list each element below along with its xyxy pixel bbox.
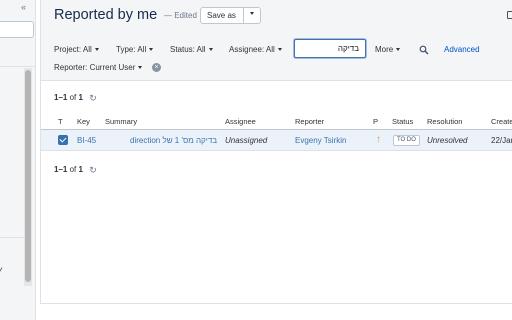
- search-icon[interactable]: [419, 45, 429, 55]
- edited-indicator: — Edited: [164, 11, 197, 20]
- priority-arrow-up-icon: ↑: [376, 134, 381, 145]
- sidebar-search-input[interactable]: [0, 21, 34, 38]
- issue-summary-link[interactable]: בדיקה מס' 1 של direction: [130, 135, 217, 146]
- pager-total: 1: [78, 165, 83, 174]
- col-reporter[interactable]: Reporter: [295, 117, 324, 127]
- issue-key-link[interactable]: BI-45: [77, 135, 96, 146]
- filter-reporter[interactable]: Reporter: Current User: [54, 62, 143, 74]
- chevron-down-icon[interactable]: [250, 12, 254, 15]
- filter-project[interactable]: Project: All: [54, 44, 99, 56]
- filter-assignee[interactable]: Assignee: All: [229, 44, 282, 56]
- issue-reporter-link[interactable]: Evgeny Tsirkin: [295, 135, 346, 146]
- col-resolution[interactable]: Resolution: [427, 117, 462, 127]
- chevron-down-icon: [149, 48, 154, 52]
- clear-filter-icon[interactable]: ×: [152, 63, 161, 72]
- pagination-top: 1–1 of 1 ↻: [54, 92, 97, 104]
- issue-resolution: Unresolved: [427, 136, 468, 145]
- save-as-divider: [243, 8, 244, 23]
- filter-more[interactable]: More: [375, 44, 401, 56]
- chevron-down-icon: [277, 48, 282, 52]
- export-icon[interactable]: [507, 11, 512, 19]
- filter-status[interactable]: Status: All: [170, 44, 213, 56]
- pager-range: 1–1: [54, 93, 68, 102]
- save-as-label: Save as: [207, 11, 236, 20]
- filter-assignee-label: Assignee: All: [229, 45, 275, 54]
- row-checkbox[interactable]: [58, 135, 68, 145]
- pager-range: 1–1: [54, 165, 68, 174]
- col-status[interactable]: Status: [392, 117, 413, 127]
- chevron-down-icon: [138, 66, 143, 70]
- col-assignee[interactable]: Assignee: [225, 117, 256, 127]
- col-type[interactable]: T: [58, 117, 63, 127]
- save-as-button[interactable]: Save as: [200, 7, 261, 24]
- page-title: Reported by me: [54, 7, 158, 23]
- filter-type-label: Type: All: [116, 45, 147, 54]
- status-badge: TO DO: [393, 135, 420, 146]
- search-input-value: בדיקה: [337, 44, 359, 53]
- col-created[interactable]: Create: [491, 117, 512, 127]
- filter-type[interactable]: Type: All: [116, 44, 154, 56]
- advanced-search-link[interactable]: Advanced: [444, 44, 480, 56]
- chevron-down-icon: [208, 48, 213, 52]
- collapse-sidebar-icon[interactable]: «: [21, 2, 26, 12]
- pager-of: of: [69, 165, 77, 174]
- col-summary[interactable]: Summary: [105, 117, 137, 127]
- issue-created: 22/Jan: [491, 136, 512, 145]
- table-row[interactable]: BI-45 בדיקה מס' 1 של direction Unassigne…: [41, 130, 512, 151]
- sidebar-divider: [0, 66, 36, 67]
- pager-of: of: [69, 93, 77, 102]
- issue-navigator: Reported by me — Edited Save as Project:…: [40, 0, 512, 304]
- pagination-bottom: 1–1 of 1 ↻: [54, 164, 97, 176]
- chevron-down-icon: [94, 48, 99, 52]
- page-header: Reported by me — Edited Save as: [41, 0, 512, 35]
- filter-status-label: Status: All: [170, 45, 206, 54]
- filter-bar: Project: All Type: All Status: All Assig…: [41, 35, 512, 81]
- refresh-icon[interactable]: ↻: [89, 92, 97, 104]
- sidebar-footer-text: y: [0, 265, 2, 274]
- text-search-input[interactable]: בדיקה: [294, 39, 366, 58]
- col-key[interactable]: Key: [77, 117, 90, 127]
- filter-project-label: Project: All: [54, 45, 92, 54]
- sidebar-scrollbar-thumb[interactable]: [25, 70, 31, 282]
- table-header: T Key Summary Assignee Reporter P Status…: [41, 114, 512, 130]
- filter-more-label: More: [375, 45, 394, 54]
- refresh-icon[interactable]: ↻: [89, 164, 97, 176]
- chevron-down-icon: [396, 48, 401, 52]
- issue-assignee: Unassigned: [225, 136, 268, 145]
- filter-reporter-label: Reporter: Current User: [54, 63, 136, 72]
- col-priority[interactable]: P: [373, 117, 378, 127]
- pager-total: 1: [78, 93, 83, 102]
- sidebar-divider-lower: [0, 237, 24, 238]
